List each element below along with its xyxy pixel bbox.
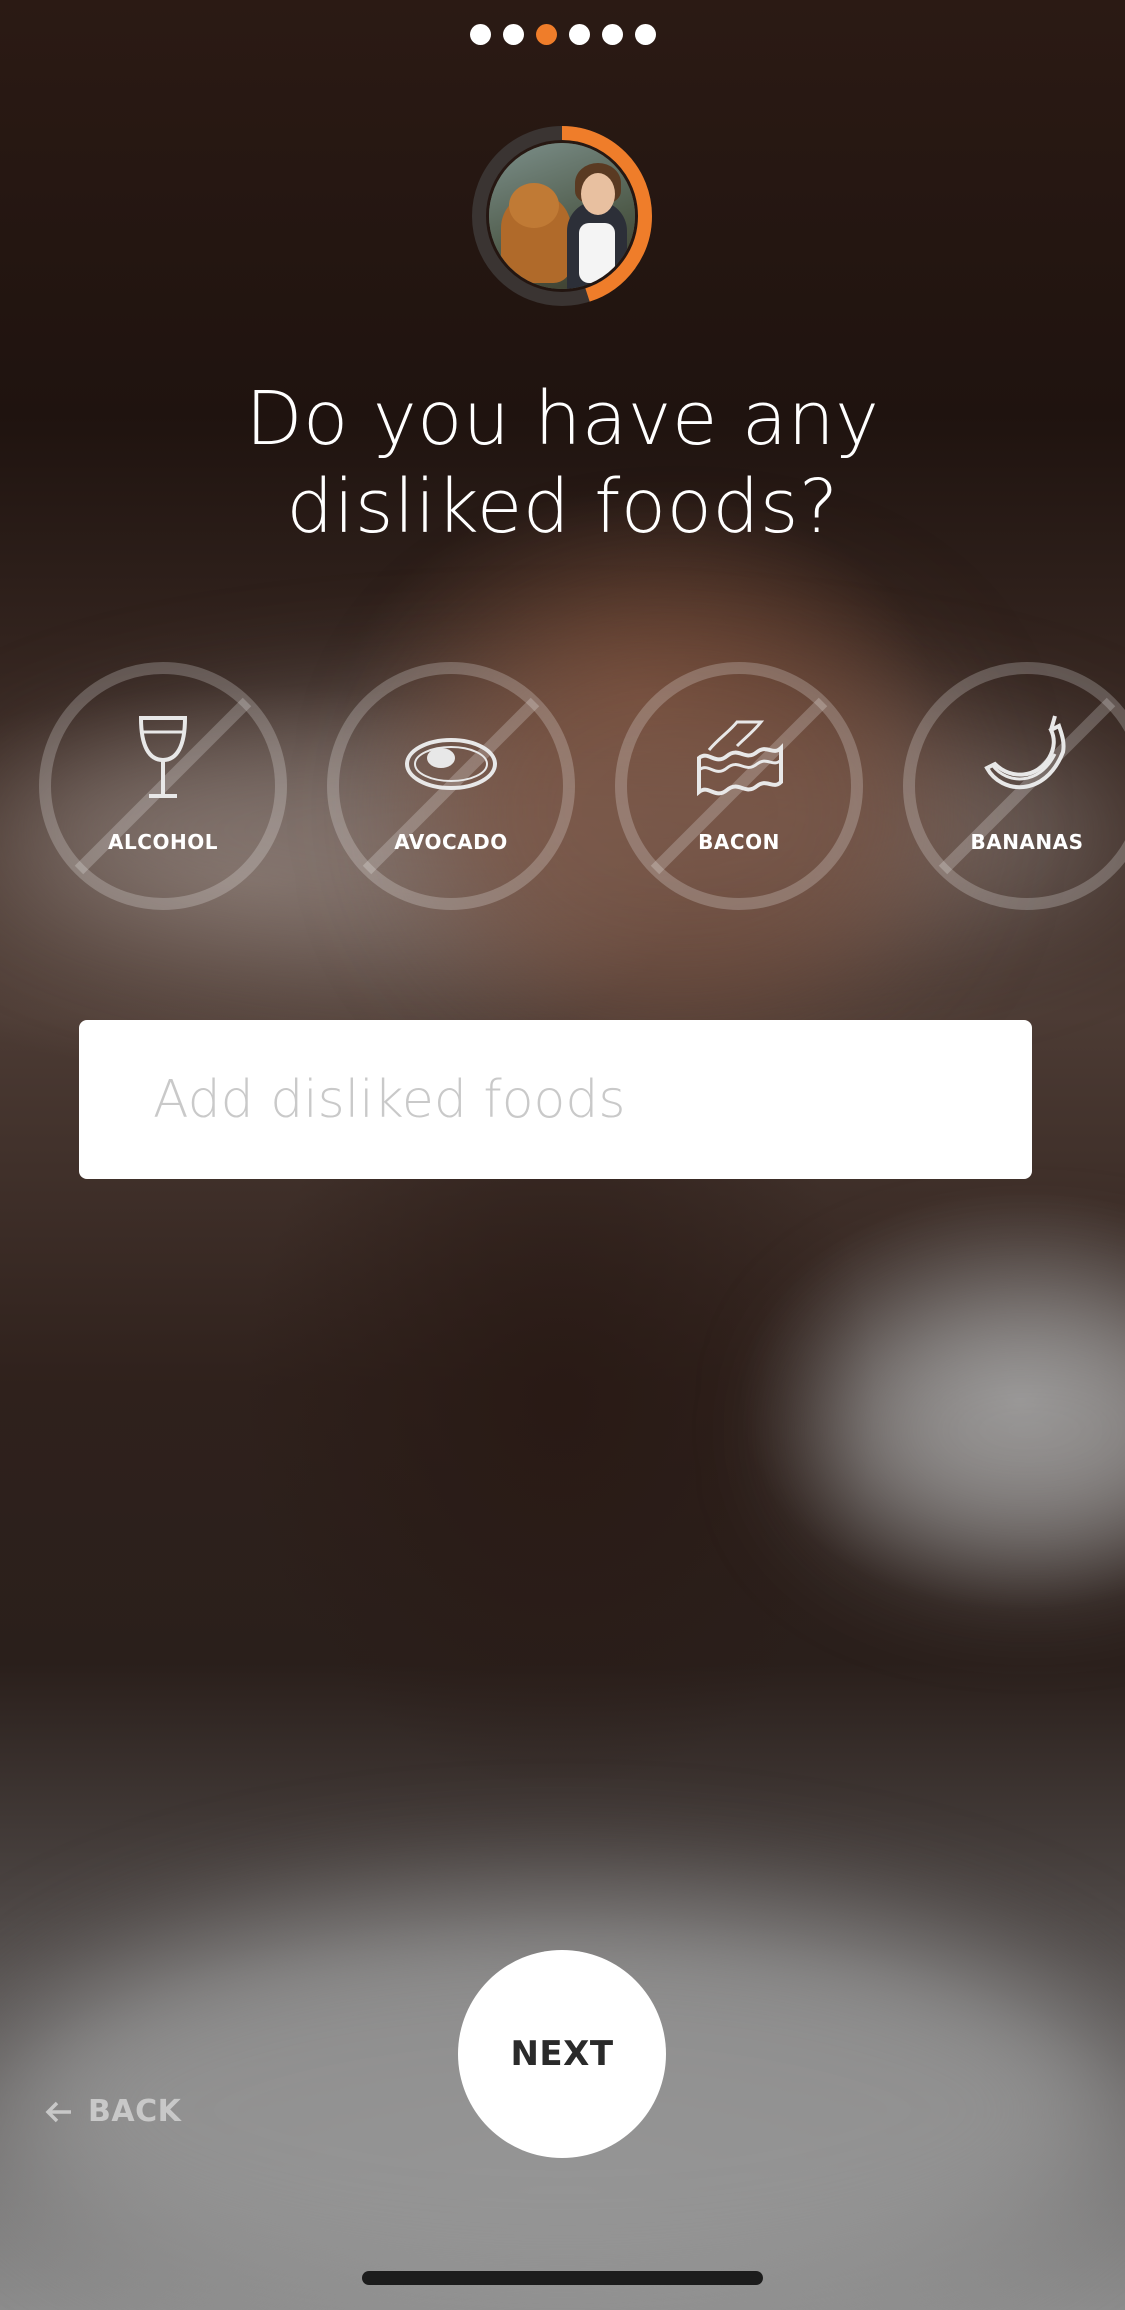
- step-dot-3: [535, 24, 557, 45]
- banana-icon: [984, 715, 1066, 790]
- food-label: BANANAS: [970, 830, 1084, 854]
- home-indicator: [362, 2271, 763, 2285]
- food-chip-row: ALCOHOL AVOCADO BACON BANANAS: [37, 660, 1125, 912]
- arrow-left-icon: [45, 2101, 71, 2122]
- step-dot-5: [601, 24, 623, 45]
- step-dot-2: [502, 24, 524, 45]
- step-dot-6: [634, 24, 656, 45]
- profile-avatar: [471, 125, 653, 307]
- back-button-label: BACK: [88, 2094, 182, 2129]
- food-chip-avocado[interactable]: AVOCADO: [325, 660, 577, 912]
- step-dot-4: [568, 24, 590, 45]
- avocado-icon: [405, 738, 497, 790]
- step-progress-dots: [0, 24, 1125, 45]
- next-button-label: NEXT: [510, 2034, 614, 2074]
- question-title: Do you have any disliked foods?: [0, 375, 1125, 551]
- food-chip-bacon[interactable]: BACON: [613, 660, 865, 912]
- food-label: BACON: [698, 830, 780, 854]
- bacon-icon: [697, 720, 783, 797]
- wine-glass-icon: [138, 716, 188, 798]
- disliked-foods-input[interactable]: [151, 1068, 1032, 1131]
- food-label: AVOCADO: [394, 830, 508, 854]
- question-line-2: disliked foods?: [286, 464, 839, 550]
- back-button[interactable]: BACK: [44, 2094, 181, 2129]
- food-chip-alcohol[interactable]: ALCOHOL: [37, 660, 289, 912]
- avatar-photo: [489, 143, 635, 289]
- disliked-foods-field[interactable]: [79, 1020, 1032, 1179]
- food-chip-bananas[interactable]: BANANAS: [901, 660, 1125, 912]
- next-button[interactable]: NEXT: [458, 1950, 666, 2158]
- step-dot-1: [469, 24, 491, 45]
- question-line-1: Do you have any: [245, 376, 880, 462]
- food-label: ALCOHOL: [108, 830, 218, 854]
